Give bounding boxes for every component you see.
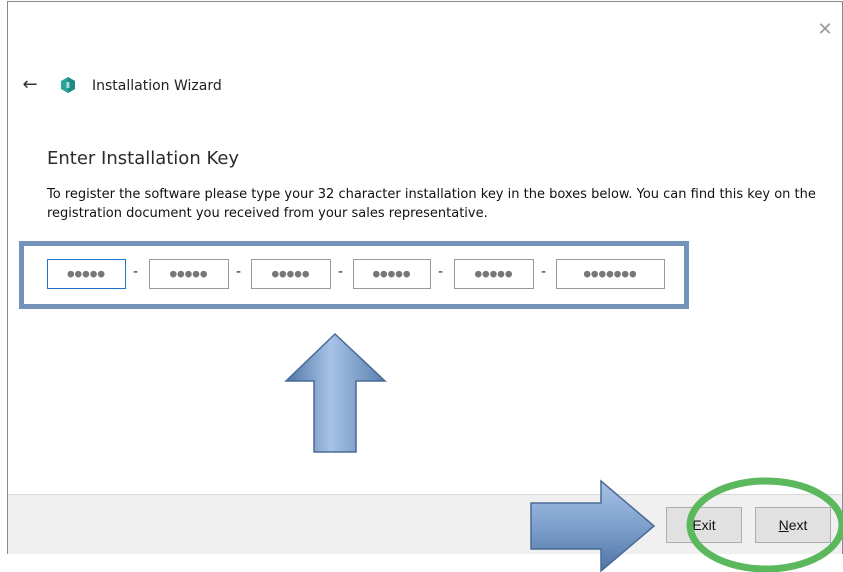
instructions-text: To register the software please type you… — [47, 187, 816, 221]
close-icon[interactable]: ✕ — [815, 20, 835, 40]
key-field-2[interactable]: ●●●●● — [149, 259, 229, 289]
exit-button[interactable]: Exit — [666, 507, 742, 543]
page-heading: Enter Installation Key — [47, 148, 240, 169]
shield-app-icon — [61, 77, 75, 93]
next-label-rest: ext — [788, 517, 808, 533]
window-title: Installation Wizard — [92, 78, 222, 94]
key-field-3[interactable]: ●●●●● — [251, 259, 331, 289]
key-field-6[interactable]: ●●●●●●● — [556, 259, 665, 289]
key-separator: - — [236, 264, 242, 280]
key-field-4[interactable]: ●●●●● — [353, 259, 431, 289]
next-button[interactable]: Next — [755, 507, 831, 543]
key-separator: - — [541, 264, 547, 280]
key-field-1[interactable]: ●●●●● — [47, 259, 126, 289]
back-arrow-icon[interactable]: ← — [18, 74, 42, 96]
key-separator: - — [133, 264, 139, 280]
key-separator: - — [438, 264, 444, 280]
key-field-5[interactable]: ●●●●● — [454, 259, 534, 289]
key-separator: - — [338, 264, 344, 280]
next-mnemonic: N — [778, 517, 789, 533]
